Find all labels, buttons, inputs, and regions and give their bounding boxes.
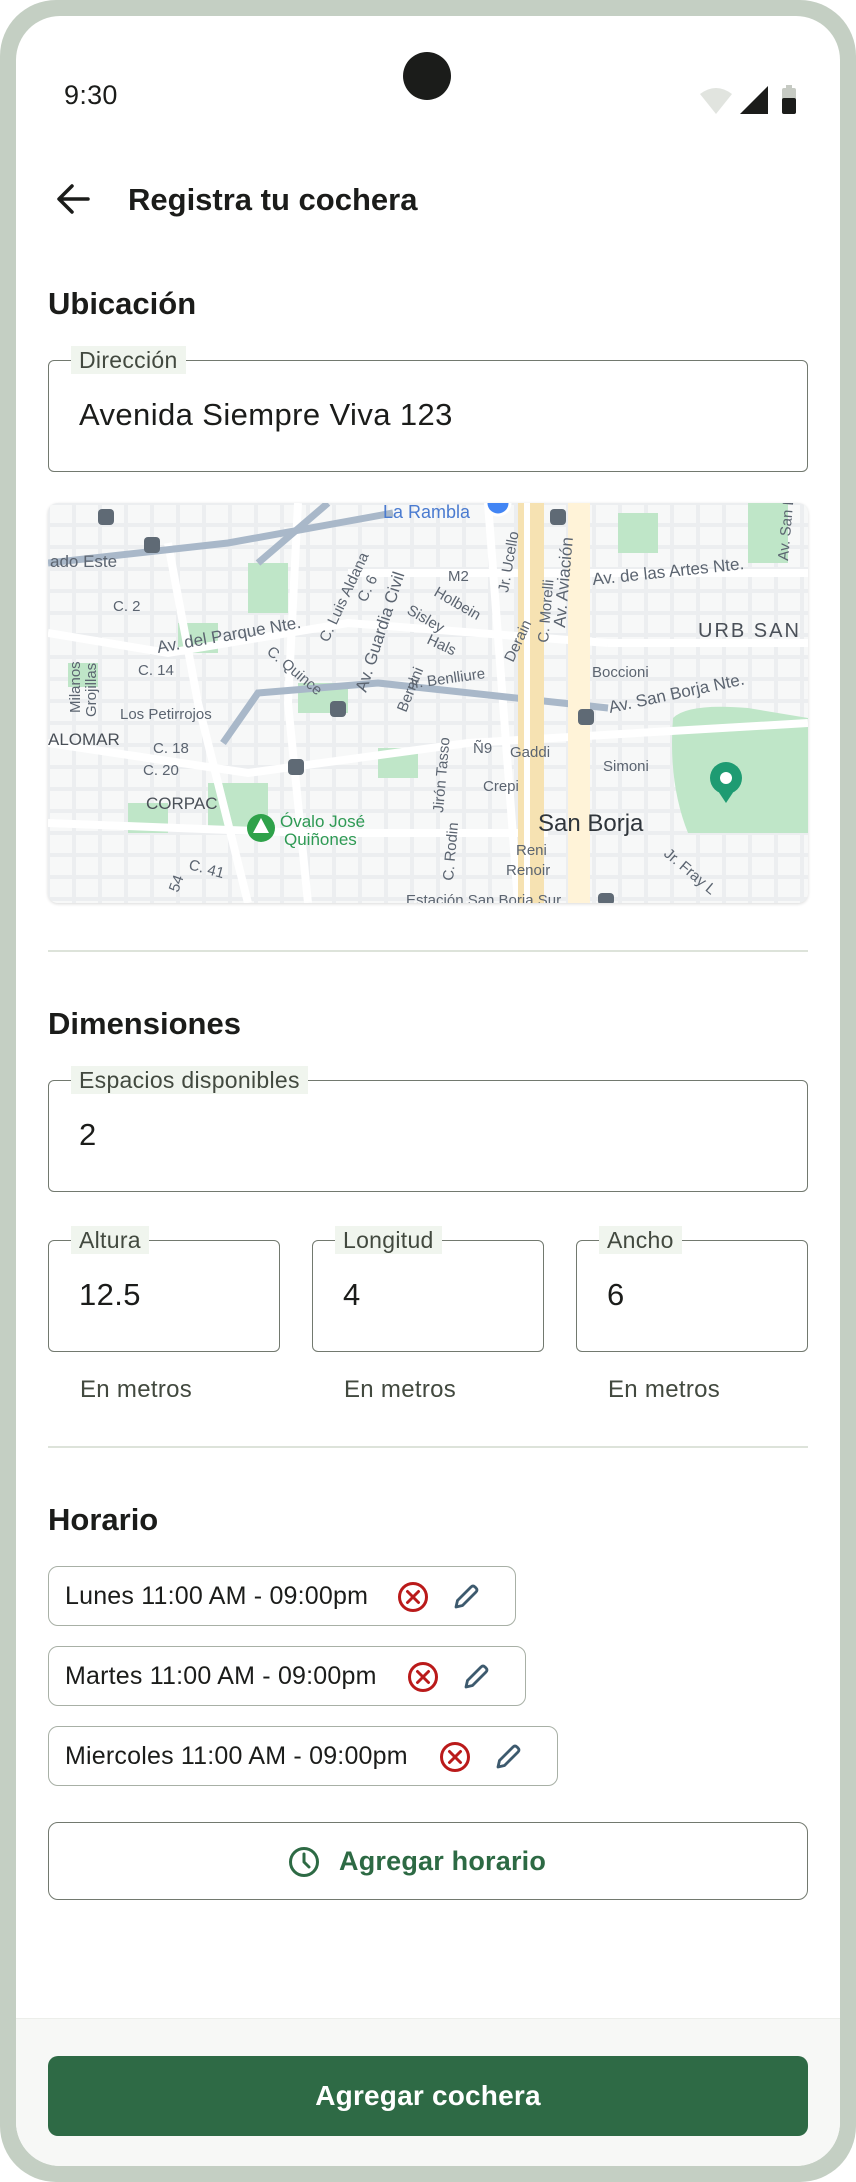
- camera-cutout: [403, 52, 451, 100]
- status-time: 9:30: [64, 80, 118, 110]
- map-label: C. 14: [138, 662, 174, 679]
- remove-icon[interactable]: [406, 1660, 440, 1694]
- add-garage-button[interactable]: Agregar cochera: [48, 2056, 808, 2136]
- system-icons: [700, 85, 796, 114]
- section-title-location: Ubicación: [48, 286, 197, 321]
- map-label: Estación San Borja Sur: [406, 892, 561, 903]
- wifi-icon: [700, 88, 732, 114]
- remove-icon[interactable]: [438, 1740, 472, 1774]
- map-label: CORPAC: [146, 794, 217, 813]
- map-label: C. 20: [143, 762, 179, 779]
- add-schedule-button[interactable]: Agregar horario: [48, 1822, 808, 1900]
- map-label: Ñ9: [473, 740, 492, 757]
- map-label: Boccioni: [592, 664, 649, 681]
- app-bar: Registra tu cochera: [16, 166, 840, 232]
- width-value[interactable]: 6: [607, 1277, 625, 1313]
- add-garage-label: Agregar cochera: [315, 2080, 541, 2111]
- map-canvas[interactable]: La Rambla ado Este C. 2 Av. del Parque N…: [48, 503, 808, 903]
- edit-pencil-icon[interactable]: [449, 1580, 483, 1614]
- divider: [48, 950, 808, 952]
- height-field[interactable]: Altura 12.5: [48, 1226, 280, 1352]
- map-label: Milanos: [67, 661, 84, 713]
- spaces-value[interactable]: 2: [79, 1117, 97, 1153]
- divider: [48, 1446, 808, 1448]
- map-label: Simoni: [603, 758, 649, 775]
- schedule-chip-label: Lunes 11:00 AM - 09:00pm: [65, 1582, 369, 1610]
- status-bar: 9:30: [16, 16, 840, 114]
- height-helper: En metros: [80, 1376, 193, 1403]
- spaces-field[interactable]: Espacios disponibles 2: [48, 1066, 808, 1192]
- width-field[interactable]: Ancho 6: [576, 1226, 808, 1352]
- schedule-chip-label: Miercoles 11:00 AM - 09:00pm: [65, 1742, 408, 1770]
- map-label: La Rambla: [383, 503, 471, 522]
- length-value[interactable]: 4: [343, 1277, 361, 1313]
- map-label: Los Petirrojos: [120, 706, 212, 723]
- map-label: ado Este: [50, 552, 117, 571]
- map-label: Grojillas: [83, 663, 100, 717]
- section-title-schedule: Horario: [48, 1502, 159, 1537]
- map-label: C. 2: [113, 598, 141, 615]
- length-field[interactable]: Longitud 4: [312, 1226, 544, 1352]
- schedule-chip[interactable]: Miercoles 11:00 AM - 09:00pm: [48, 1726, 558, 1786]
- map-label: Quiñones: [284, 830, 357, 849]
- spaces-label: Espacios disponibles: [71, 1066, 308, 1094]
- back-arrow-icon[interactable]: [50, 176, 96, 222]
- length-label: Longitud: [335, 1226, 442, 1254]
- address-value[interactable]: Avenida Siempre Viva 123: [79, 397, 453, 433]
- section-title-dimensions: Dimensiones: [48, 1006, 241, 1041]
- add-schedule-label: Agregar horario: [339, 1846, 547, 1876]
- map-label: C. 18: [153, 740, 189, 757]
- height-value[interactable]: 12.5: [79, 1277, 141, 1313]
- remove-icon[interactable]: [396, 1580, 430, 1614]
- clock-icon: [289, 1847, 319, 1877]
- map-label: Renoir: [506, 862, 550, 879]
- map-label: Reni: [516, 842, 547, 859]
- map-label: San Borja: [538, 810, 644, 837]
- address-label: Dirección: [71, 346, 186, 374]
- schedule-chip[interactable]: Martes 11:00 AM - 09:00pm: [48, 1646, 526, 1706]
- height-label: Altura: [71, 1226, 149, 1254]
- location-map[interactable]: La Rambla ado Este C. 2 Av. del Parque N…: [48, 503, 808, 903]
- map-label: ALOMAR: [48, 730, 120, 749]
- map-label: Óvalo José: [280, 812, 365, 831]
- signal-icon: [740, 86, 768, 114]
- schedule-chip[interactable]: Lunes 11:00 AM - 09:00pm: [48, 1566, 516, 1626]
- map-label: M2: [448, 568, 469, 585]
- screen: 9:30 Registra tu cochera Ubicación Direc…: [16, 16, 840, 2166]
- width-label: Ancho: [599, 1226, 682, 1254]
- edit-pencil-icon[interactable]: [491, 1740, 525, 1774]
- page-title: Registra tu cochera: [128, 182, 418, 217]
- map-label: Gaddi: [510, 744, 550, 761]
- device-frame: 9:30 Registra tu cochera Ubicación Direc…: [0, 0, 856, 2182]
- edit-pencil-icon[interactable]: [459, 1660, 493, 1694]
- schedule-chip-label: Martes 11:00 AM - 09:00pm: [65, 1662, 377, 1690]
- battery-icon: [782, 85, 796, 114]
- length-helper: En metros: [344, 1376, 457, 1403]
- address-field[interactable]: Dirección Avenida Siempre Viva 123: [48, 346, 808, 472]
- width-helper: En metros: [608, 1376, 721, 1403]
- map-label: Crepi: [483, 778, 519, 795]
- map-label: URB SAN: [698, 620, 801, 642]
